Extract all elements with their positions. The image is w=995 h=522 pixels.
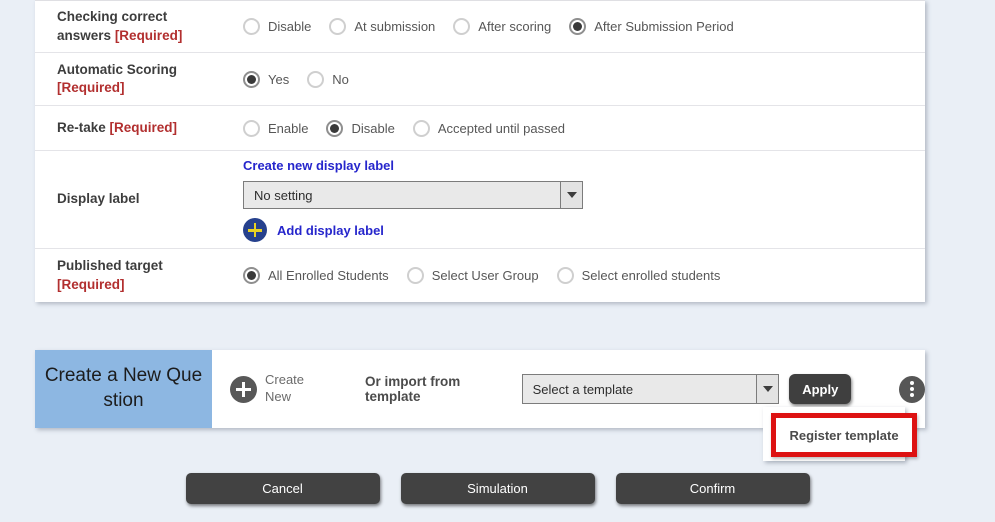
radio-label: Yes bbox=[268, 72, 289, 87]
radio-enable[interactable]: Enable bbox=[243, 120, 308, 137]
form-row-checking-correct-answers: Checking correct answers [Required] Disa… bbox=[35, 1, 925, 53]
row-label-text: Published target bbox=[57, 258, 163, 273]
radio-label: Select enrolled students bbox=[582, 268, 721, 283]
cancel-button[interactable]: Cancel bbox=[186, 473, 380, 504]
required-badge: [Required] bbox=[57, 277, 125, 292]
required-badge: [Required] bbox=[115, 28, 183, 43]
row-label-text: Display label bbox=[57, 191, 140, 206]
radio-group: Enable Disable Accepted until passed bbox=[243, 120, 583, 137]
radio-icon bbox=[329, 18, 346, 35]
display-label-controls: Create new display label No setting Add … bbox=[243, 157, 583, 242]
radio-no[interactable]: No bbox=[307, 71, 349, 88]
radio-label: At submission bbox=[354, 19, 435, 34]
select-value: Select a template bbox=[523, 375, 757, 403]
annotation-highlight: Register template bbox=[771, 413, 917, 457]
required-badge: [Required] bbox=[110, 120, 178, 135]
form-row-retake: Re-take [Required] Enable Disable Accept… bbox=[35, 106, 925, 151]
row-label: Checking correct answers [Required] bbox=[57, 8, 209, 44]
radio-select-user-group[interactable]: Select User Group bbox=[407, 267, 539, 284]
apply-button[interactable]: Apply bbox=[789, 374, 851, 404]
radio-after-scoring[interactable]: After scoring bbox=[453, 18, 551, 35]
plus-icon bbox=[230, 376, 257, 403]
radio-label: After scoring bbox=[478, 19, 551, 34]
triangle-glyph bbox=[567, 192, 577, 198]
select-value: No setting bbox=[244, 182, 560, 208]
radio-group: Disable At submission After scoring Afte… bbox=[243, 18, 752, 35]
section-title: Create a New Question bbox=[35, 350, 212, 428]
radio-label: After Submission Period bbox=[594, 19, 733, 34]
form-row-display-label: Display label Create new display label N… bbox=[35, 151, 925, 249]
radio-yes[interactable]: Yes bbox=[243, 71, 289, 88]
create-new-button[interactable]: Create New bbox=[230, 372, 313, 406]
triangle-glyph bbox=[763, 386, 773, 392]
required-badge: [Required] bbox=[57, 80, 125, 95]
create-new-label: Create New bbox=[265, 372, 313, 406]
kebab-menu-icon[interactable] bbox=[899, 376, 925, 403]
row-label: Display label bbox=[57, 190, 209, 208]
radio-disable[interactable]: Disable bbox=[243, 18, 311, 35]
simulation-button[interactable]: Simulation bbox=[401, 473, 595, 504]
radio-label: All Enrolled Students bbox=[268, 268, 389, 283]
footer-actions: Cancel Simulation Confirm bbox=[0, 473, 995, 504]
radio-icon bbox=[453, 18, 470, 35]
radio-at-submission[interactable]: At submission bbox=[329, 18, 435, 35]
radio-icon bbox=[407, 267, 424, 284]
radio-icon bbox=[243, 18, 260, 35]
radio-label: Enable bbox=[268, 121, 308, 136]
radio-icon bbox=[243, 267, 260, 284]
radio-icon bbox=[243, 71, 260, 88]
add-display-label-link[interactable]: Add display label bbox=[277, 223, 384, 238]
display-label-select[interactable]: No setting bbox=[243, 181, 583, 209]
settings-panel: Checking correct answers [Required] Disa… bbox=[35, 0, 925, 302]
radio-icon bbox=[557, 267, 574, 284]
radio-label: Disable bbox=[351, 121, 394, 136]
radio-label: Accepted until passed bbox=[438, 121, 565, 136]
form-row-automatic-scoring: Automatic Scoring [Required] Yes No bbox=[35, 53, 925, 106]
radio-disable-retake[interactable]: Disable bbox=[326, 120, 394, 137]
plus-icon bbox=[243, 218, 267, 242]
form-row-published-target: Published target [Required] All Enrolled… bbox=[35, 249, 925, 302]
radio-label: Select User Group bbox=[432, 268, 539, 283]
confirm-button[interactable]: Confirm bbox=[616, 473, 810, 504]
radio-all-enrolled-students[interactable]: All Enrolled Students bbox=[243, 267, 389, 284]
radio-icon bbox=[569, 18, 586, 35]
add-display-label[interactable]: Add display label bbox=[243, 218, 583, 242]
radio-label: No bbox=[332, 72, 349, 87]
radio-icon bbox=[307, 71, 324, 88]
radio-after-submission-period[interactable]: After Submission Period bbox=[569, 18, 733, 35]
chevron-down-icon[interactable] bbox=[756, 375, 778, 403]
row-label: Published target [Required] bbox=[57, 257, 209, 293]
radio-label: Disable bbox=[268, 19, 311, 34]
radio-icon bbox=[326, 120, 343, 137]
chevron-down-icon[interactable] bbox=[560, 182, 582, 208]
radio-select-enrolled-students[interactable]: Select enrolled students bbox=[557, 267, 721, 284]
row-label-text: Automatic Scoring bbox=[57, 62, 177, 77]
register-template-menu-item[interactable]: Register template bbox=[789, 428, 898, 443]
radio-group: All Enrolled Students Select User Group … bbox=[243, 267, 738, 284]
radio-icon bbox=[413, 120, 430, 137]
import-from-template-label: Or import from template bbox=[365, 374, 514, 404]
row-label-text: Re-take bbox=[57, 120, 106, 135]
template-select[interactable]: Select a template bbox=[522, 374, 780, 404]
radio-accepted-until-passed[interactable]: Accepted until passed bbox=[413, 120, 565, 137]
row-label: Re-take [Required] bbox=[57, 119, 209, 137]
radio-icon bbox=[243, 120, 260, 137]
radio-group: Yes No bbox=[243, 71, 367, 88]
row-label: Automatic Scoring [Required] bbox=[57, 61, 209, 97]
create-new-display-label-link[interactable]: Create new display label bbox=[243, 158, 394, 173]
